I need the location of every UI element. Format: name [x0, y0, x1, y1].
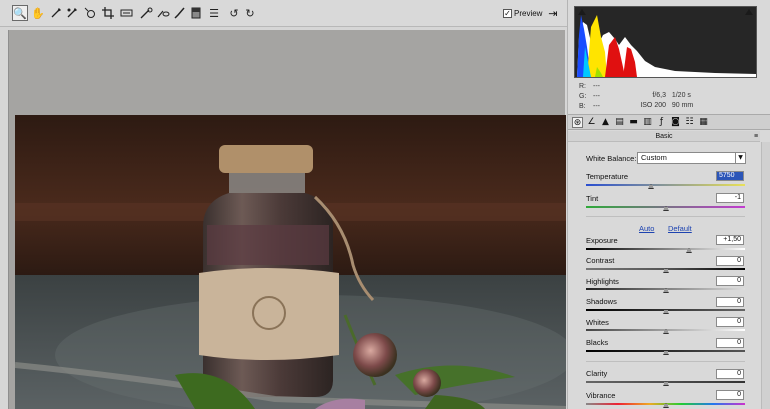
- highlight-clipping-icon[interactable]: [745, 9, 753, 15]
- exif-readout: f/6,3 1/20 s ISO 200 90 mm: [640, 92, 694, 109]
- blacks-field[interactable]: 0: [716, 338, 744, 348]
- adjustment-brush-icon[interactable]: [172, 5, 188, 21]
- preview-checkbox[interactable]: ✓: [503, 9, 512, 18]
- graduated-filter-icon[interactable]: [188, 5, 204, 21]
- histogram: [574, 6, 757, 78]
- preview-toggle[interactable]: ✓ Preview: [503, 9, 542, 18]
- hand-icon[interactable]: ✋: [30, 5, 46, 21]
- divider: [586, 361, 745, 362]
- temperature-thumb[interactable]: [648, 184, 655, 189]
- straighten-icon[interactable]: [118, 5, 134, 21]
- temperature-field[interactable]: 5750: [716, 171, 744, 181]
- whites-label: Whites: [586, 318, 609, 327]
- effects-icon[interactable]: ƒ: [656, 117, 667, 128]
- divider: [586, 216, 745, 217]
- red-eye-icon[interactable]: [155, 5, 171, 21]
- adjustment-panel: R: --- G: --- B: --- f/6,3 1/20 s ISO 200 9…: [567, 0, 770, 409]
- temperature-slider[interactable]: [586, 184, 745, 186]
- preferences-icon[interactable]: ☰: [206, 5, 222, 21]
- targeted-adjustment-icon[interactable]: [82, 5, 98, 21]
- presets-icon[interactable]: ☷: [684, 117, 695, 128]
- temperature-label: Temperature: [586, 172, 629, 181]
- image-canvas[interactable]: [8, 30, 566, 409]
- contrast-thumb[interactable]: [662, 268, 669, 273]
- chevron-down-icon: ▼: [735, 153, 745, 163]
- vibrance-field[interactable]: 0: [716, 390, 744, 400]
- section-title: Basic: [568, 131, 760, 142]
- vibrance-thumb[interactable]: [662, 403, 669, 408]
- snapshots-icon[interactable]: ▦: [698, 117, 709, 128]
- rotate-left-icon[interactable]: ↺: [226, 5, 242, 21]
- contrast-field[interactable]: 0: [716, 256, 744, 266]
- photo-preview: [15, 115, 566, 409]
- highlights-thumb[interactable]: [662, 288, 669, 293]
- basic-icon[interactable]: ⊛: [572, 117, 583, 128]
- clarity-thumb[interactable]: [662, 381, 669, 386]
- lens-corrections-icon[interactable]: ▥: [642, 117, 653, 128]
- detail-icon[interactable]: ▲: [600, 117, 611, 128]
- white-balance-label: White Balance:: [586, 154, 637, 163]
- fullscreen-icon[interactable]: ⇥: [546, 8, 560, 20]
- hsl-icon[interactable]: ▤: [614, 117, 625, 128]
- shadows-label: Shadows: [586, 297, 617, 306]
- shadows-field[interactable]: 0: [716, 297, 744, 307]
- split-toning-icon[interactable]: ▬: [628, 117, 639, 128]
- tint-label: Tint: [586, 194, 599, 203]
- shadows-thumb[interactable]: [662, 309, 669, 314]
- tint-field[interactable]: -1: [716, 193, 744, 203]
- exposure-label: Exposure: [586, 236, 618, 245]
- highlights-field[interactable]: 0: [716, 276, 744, 286]
- rgb-readout: R: --- G: --- B: ---: [579, 83, 600, 110]
- camera-calibration-icon[interactable]: ◙: [670, 117, 681, 128]
- highlights-label: Highlights: [586, 277, 619, 286]
- clarity-label: Clarity: [586, 369, 608, 378]
- contrast-label: Contrast: [586, 256, 615, 265]
- whites-thumb[interactable]: [662, 329, 669, 334]
- clarity-field[interactable]: 0: [716, 369, 744, 379]
- shadow-clipping-icon[interactable]: [578, 9, 586, 15]
- panel-scrollbar[interactable]: [761, 142, 770, 409]
- auto-link[interactable]: Auto: [639, 224, 654, 233]
- white-balance-value: Custom: [641, 153, 667, 162]
- panel-tabs: ⊛ ∠ ▲ ▤ ▬ ▥ ƒ ◙ ☷ ▦: [568, 114, 770, 130]
- vibrance-label: Vibrance: [586, 391, 616, 400]
- white-balance-select[interactable]: Custom ▼: [637, 152, 746, 164]
- white-balance-icon[interactable]: [48, 5, 64, 21]
- crop-icon[interactable]: [100, 5, 116, 21]
- blacks-thumb[interactable]: [662, 350, 669, 355]
- color-sampler-icon[interactable]: [64, 5, 80, 21]
- blacks-label: Blacks: [586, 338, 609, 347]
- exposure-slider[interactable]: [586, 248, 745, 250]
- rotate-right-icon[interactable]: ↻: [242, 5, 258, 21]
- default-link[interactable]: Default: [668, 224, 692, 233]
- preview-label: Preview: [514, 9, 543, 18]
- panel-menu-icon[interactable]: ≡: [754, 131, 758, 142]
- exposure-thumb[interactable]: [686, 248, 693, 253]
- tone-curve-icon[interactable]: ∠: [586, 117, 597, 128]
- whites-field[interactable]: 0: [716, 317, 744, 327]
- tint-thumb[interactable]: [662, 206, 669, 211]
- exposure-field[interactable]: +1,50: [716, 235, 744, 245]
- spot-removal-icon[interactable]: [138, 5, 154, 21]
- zoom-icon[interactable]: 🔍: [12, 5, 28, 21]
